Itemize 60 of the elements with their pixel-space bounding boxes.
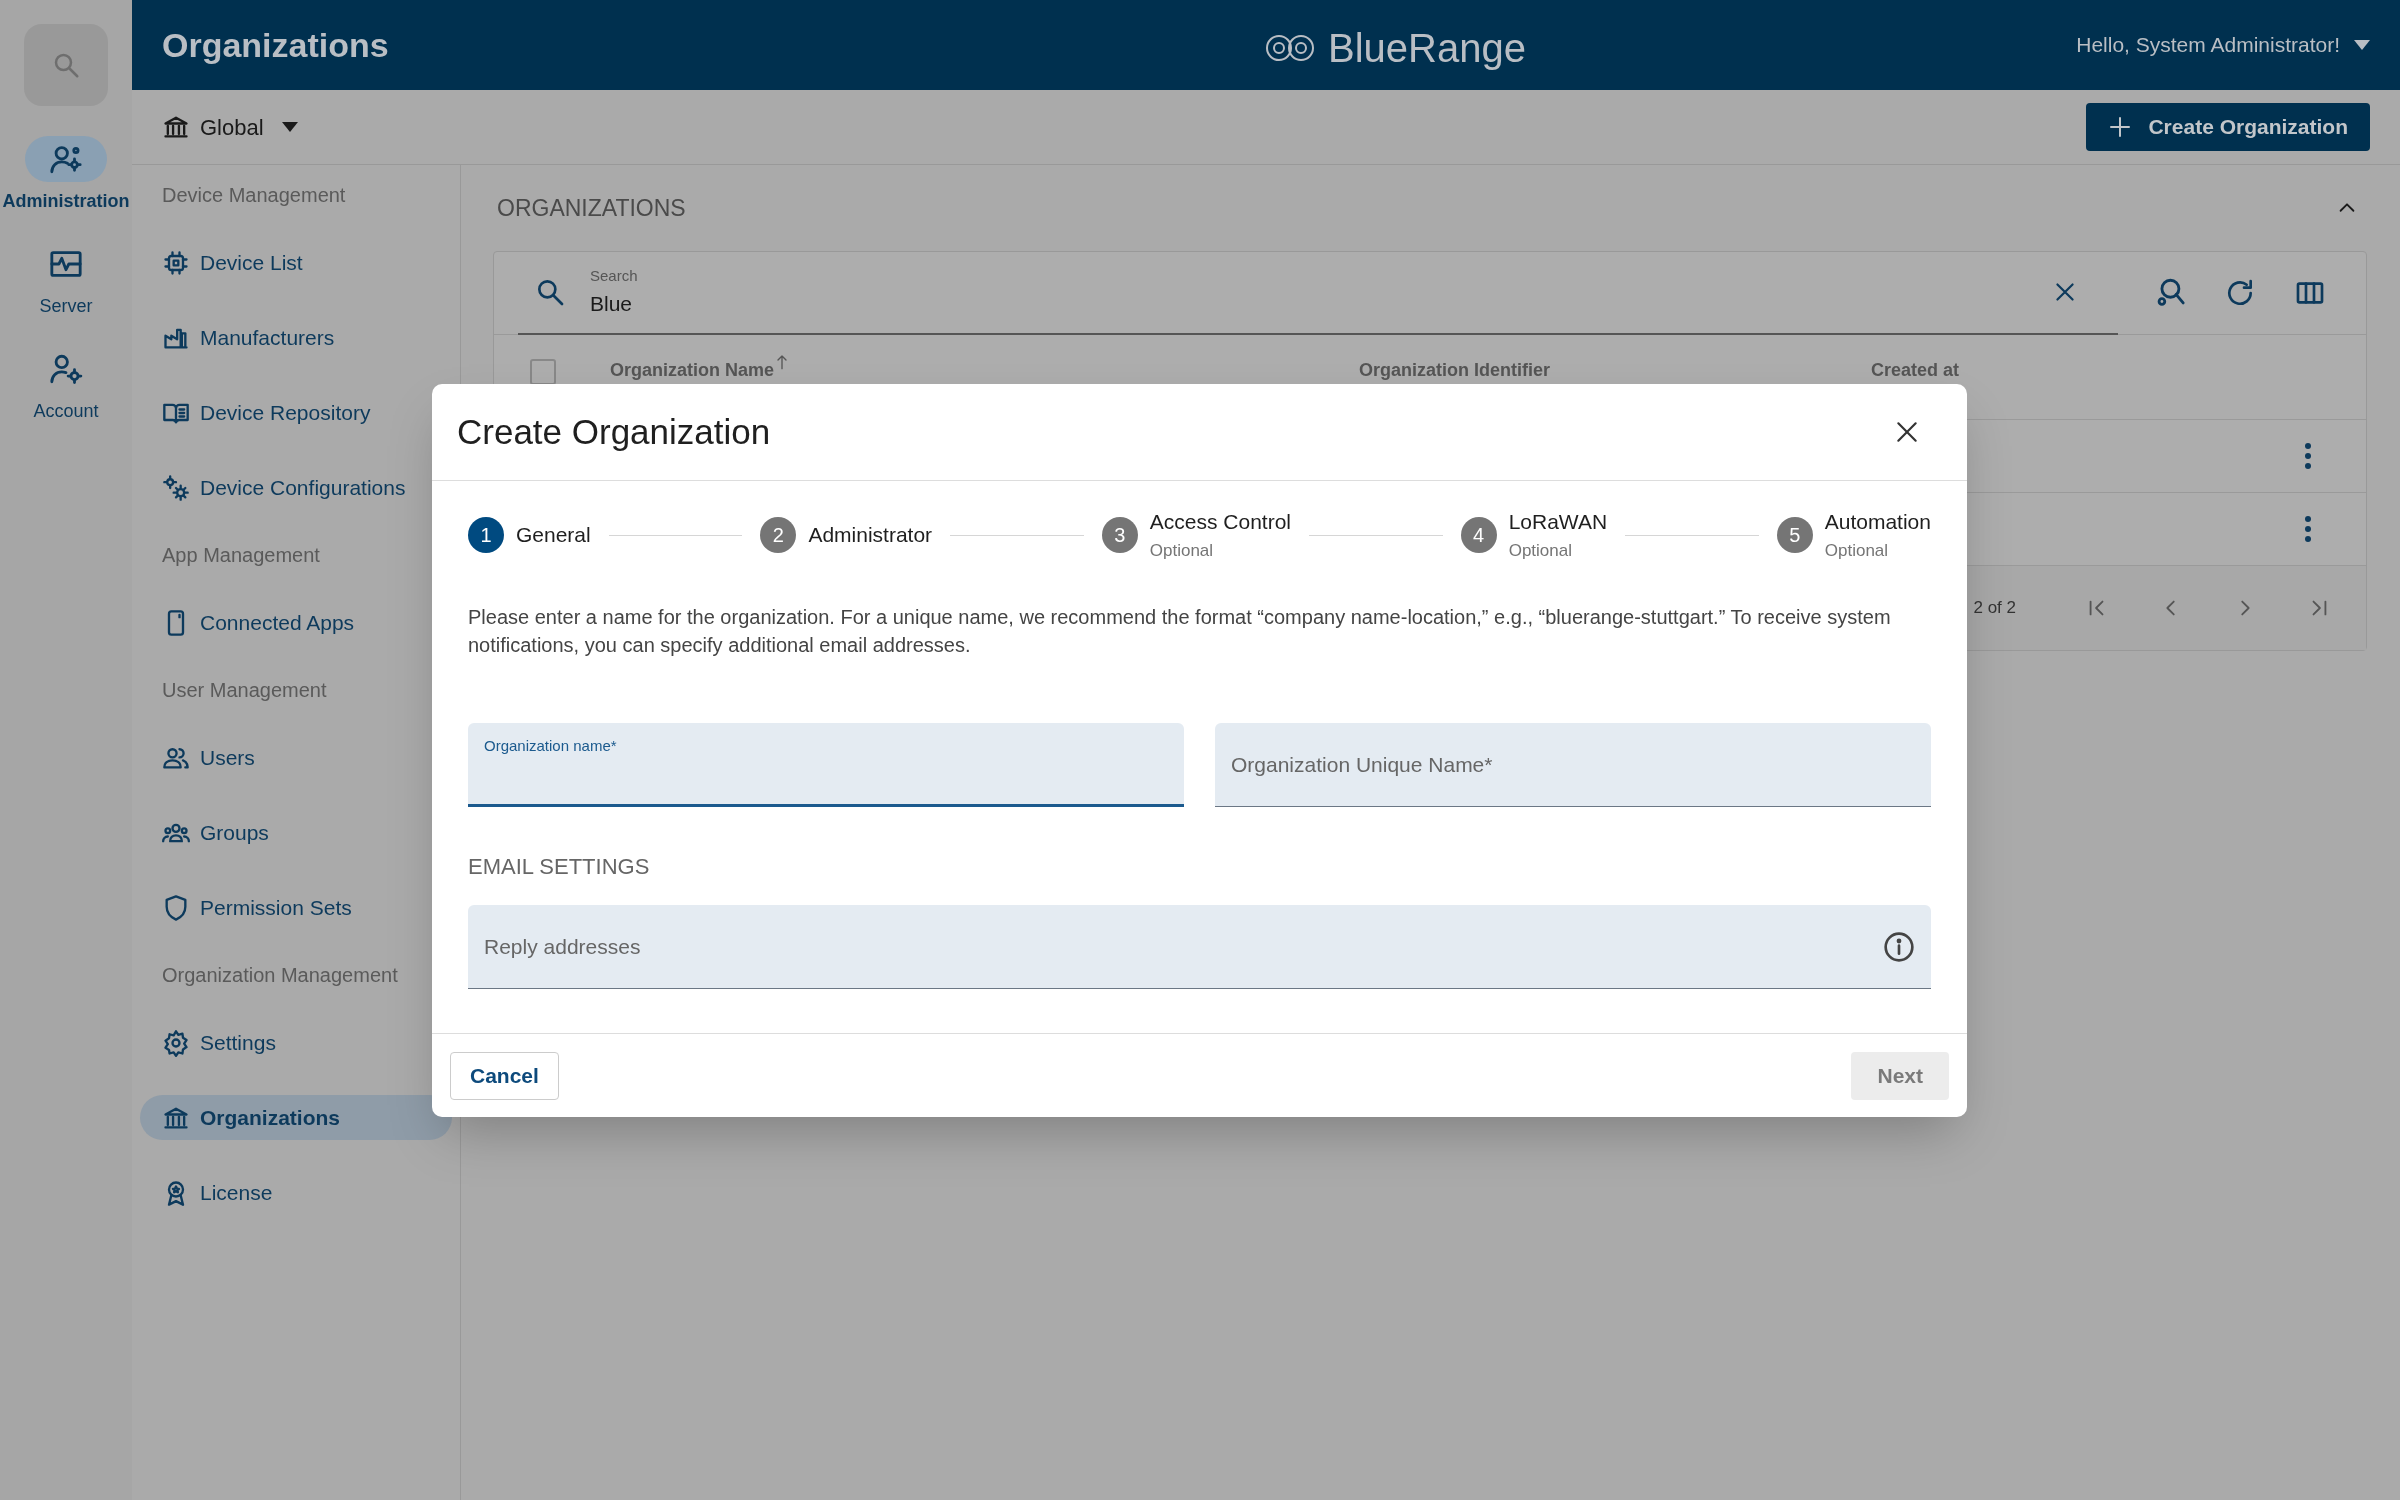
- step-sublabel: Optional: [1824, 539, 1890, 561]
- rail-nav-item[interactable]: Server: [25, 241, 107, 320]
- more-options-icon[interactable]: [2304, 515, 2312, 543]
- close-icon[interactable]: [1894, 419, 1920, 445]
- plus-icon: [2108, 115, 2133, 139]
- brand-name: BlueRange: [1328, 25, 1526, 72]
- cancel-button[interactable]: Cancel: [450, 1051, 559, 1100]
- rail-nav-item[interactable]: Account: [25, 346, 107, 425]
- sidebar-item[interactable]: Organizations: [140, 1095, 452, 1140]
- dialog-title: Create Organization: [457, 410, 771, 453]
- sidebar-item[interactable]: Device Configurations: [140, 465, 452, 510]
- gears-icon: [162, 473, 190, 502]
- info-icon[interactable]: [1883, 930, 1915, 963]
- section-heading: Device Management: [161, 183, 347, 208]
- search-field[interactable]: Search Blue: [518, 251, 2118, 335]
- page-title: Organizations: [162, 24, 389, 66]
- column-header[interactable]: Organization Name: [610, 357, 791, 384]
- step-sublabel: Optional: [1149, 539, 1215, 561]
- sidebar-item[interactable]: Connected Apps: [140, 600, 452, 645]
- sidebar-item[interactable]: Device Repository: [140, 390, 452, 435]
- caret-icon: [2354, 40, 2370, 50]
- more-options-icon[interactable]: [2304, 442, 2312, 470]
- dialog-description: Please enter a name for the organization. For a unique name, we recommend the format “company name-location,” e.g., “bluerange-stuttgart.” To receive system notifications, you can specify additional email addresses.: [467, 605, 1892, 658]
- section-heading: EMAIL SETTINGS: [467, 853, 651, 881]
- user-menu[interactable]: Hello, System Administrator!: [2076, 29, 2370, 61]
- sidebar-item[interactable]: License: [140, 1170, 452, 1215]
- step-label[interactable]: Access Control: [1149, 509, 1291, 536]
- pagination-range: 2 of 2: [1973, 597, 2016, 620]
- input-field[interactable]: Organization Unique Name*: [1215, 723, 1931, 807]
- rail-nav-item[interactable]: Administration: [2, 136, 130, 215]
- sidebar-item[interactable]: Manufacturers: [140, 315, 452, 360]
- step-label[interactable]: Administrator: [808, 521, 933, 549]
- step-number[interactable]: 4: [1460, 517, 1497, 553]
- step-number[interactable]: 2: [760, 517, 797, 553]
- column-header[interactable]: Organization Identifier: [1359, 357, 1550, 384]
- sidebar-item[interactable]: Device List: [140, 240, 452, 285]
- panel-title: ORGANIZATIONS: [496, 193, 686, 223]
- step-label[interactable]: LoRaWAN: [1508, 509, 1608, 536]
- create-organization-button[interactable]: Create Organization: [2086, 103, 2370, 151]
- section-heading: Organization Management: [161, 963, 399, 988]
- chip-icon: [162, 248, 190, 277]
- user-gear-icon: [49, 352, 83, 386]
- settings-icon: [162, 1028, 190, 1057]
- scope-selector[interactable]: Global: [162, 110, 298, 144]
- input-field[interactable]: Reply addresses: [468, 905, 1931, 989]
- step-label[interactable]: Automation: [1824, 509, 1931, 536]
- step-sublabel: Optional: [1508, 539, 1573, 561]
- sidebar-item[interactable]: Settings: [140, 1020, 452, 1065]
- section-heading: User Management: [161, 678, 328, 703]
- step-number[interactable]: 3: [1101, 517, 1138, 553]
- caret-icon: [281, 122, 298, 132]
- step-label[interactable]: General: [516, 521, 591, 549]
- step-number[interactable]: 1: [468, 517, 504, 553]
- sidebar-item[interactable]: Groups: [140, 810, 452, 855]
- section-heading: App Management: [161, 543, 321, 568]
- sidebar-item[interactable]: Permission Sets: [140, 885, 452, 930]
- input-field[interactable]: Organization name*: [468, 723, 1184, 807]
- column-header[interactable]: Created at: [1871, 357, 1960, 384]
- step-number[interactable]: 5: [1776, 517, 1813, 553]
- sidebar-item[interactable]: Users: [140, 735, 452, 780]
